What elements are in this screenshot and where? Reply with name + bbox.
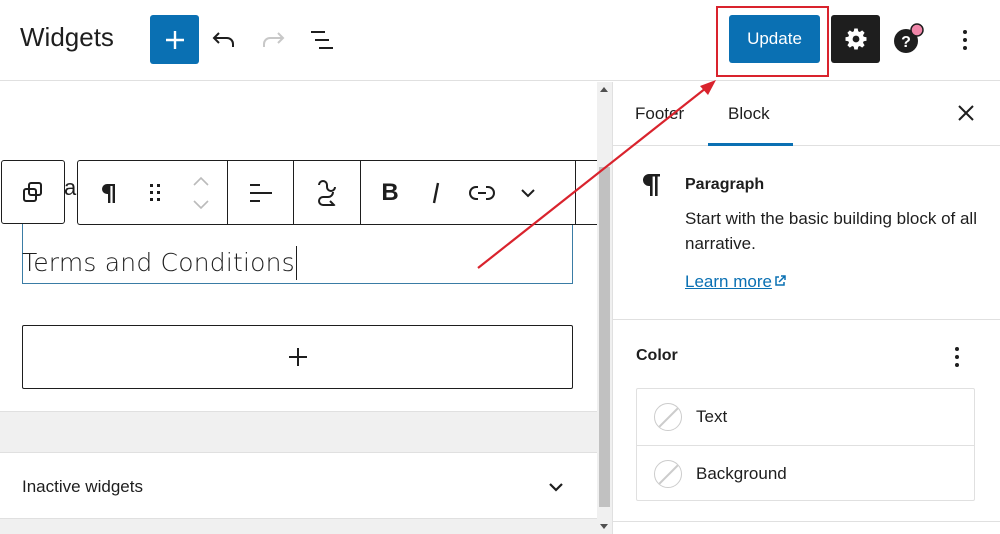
help-button[interactable]: ? [889,20,929,60]
align-text-button[interactable] [238,161,284,224]
plus-icon [288,348,307,366]
top-bar: Widgets Update ? [0,0,1000,81]
chevron-down-icon [521,188,535,197]
block-card-title: Paragraph [685,176,765,193]
link-icon [469,185,495,200]
learn-more-link[interactable]: Learn more [685,272,787,292]
editor-scrollbar[interactable] [597,82,612,534]
inactive-widgets-label: Inactive widgets [22,477,143,496]
tab-block[interactable]: Block [728,104,770,124]
block-card-description: Start with the basic building block of a… [685,209,977,253]
move-up-down-buttons[interactable] [178,161,224,224]
help-icon: ? [894,23,924,53]
bold-button[interactable]: B [367,161,413,224]
annotation-highlight-box [716,6,829,77]
color-item-background[interactable]: Background [637,445,974,501]
drag-handle[interactable] [132,161,178,224]
settings-button[interactable] [831,15,880,63]
add-block-button[interactable] [150,15,199,64]
paragraph-text[interactable]: Terms and Conditions [22,246,297,280]
close-icon [958,105,974,121]
color-panel-title: Color [636,347,678,364]
redo-button[interactable] [255,22,291,58]
italic-icon [432,182,440,203]
gear-icon [845,28,866,50]
color-panel: Color Text Background [613,320,1000,522]
scrollbar-thumb[interactable] [599,167,610,507]
color-swatch-none-icon [654,403,682,431]
link-button[interactable] [459,161,505,224]
bold-icon: B [381,178,399,206]
close-sidebar-button[interactable] [953,100,979,126]
list-view-icon [311,31,333,49]
color-swatch-none-icon [654,459,682,488]
color-options-button[interactable] [947,344,967,370]
external-link-icon [775,275,786,286]
partial-heading-text: a [64,175,77,200]
color-item-label: Background [696,463,787,483]
parent-block-icon [23,182,42,202]
align-left-icon [249,183,272,202]
page-title: Widgets [20,22,114,52]
more-vertical-icon [963,30,967,50]
transform-icon [318,179,336,206]
transform-button[interactable] [304,161,350,224]
svg-text:?: ? [901,34,911,51]
more-vertical-icon [955,347,959,367]
sidebar-tabs: Footer Block [613,82,1000,146]
learn-more-label: Learn more [685,272,772,291]
pilcrow-icon [641,172,663,205]
color-item-text[interactable]: Text [637,389,974,445]
settings-sidebar: Footer Block Paragraph Start with the ba… [612,82,1000,534]
pilcrow-icon [102,183,115,203]
drag-handle-icon [150,183,160,201]
plus-icon [165,30,184,49]
editor-canvas: a Terms and Conditions B Inactive widget… [0,82,597,534]
widget-area-footer: a Terms and Conditions B [0,82,597,412]
color-list: Text Background [636,388,975,501]
more-formatting-button[interactable] [505,161,551,224]
color-item-label: Text [696,407,728,426]
block-toolbar: B [77,160,597,225]
inactive-widgets-panel[interactable]: Inactive widgets [0,452,597,519]
italic-button[interactable] [413,161,459,224]
block-card: Paragraph Start with the basic building … [613,146,1000,320]
block-appender-button[interactable] [22,325,573,389]
chevron-up-down-icon [193,176,209,209]
scroll-up-arrow-icon[interactable] [600,87,608,92]
list-view-button[interactable] [303,22,341,58]
select-parent-block-button[interactable] [1,160,65,224]
chevron-down-icon[interactable] [544,475,568,499]
tab-footer[interactable]: Footer [635,104,684,124]
block-type-button[interactable] [86,161,132,224]
scroll-down-arrow-icon[interactable] [600,524,608,529]
options-button[interactable] [950,22,980,58]
redo-icon [263,32,285,47]
undo-icon [212,32,234,47]
undo-button[interactable] [206,22,242,58]
